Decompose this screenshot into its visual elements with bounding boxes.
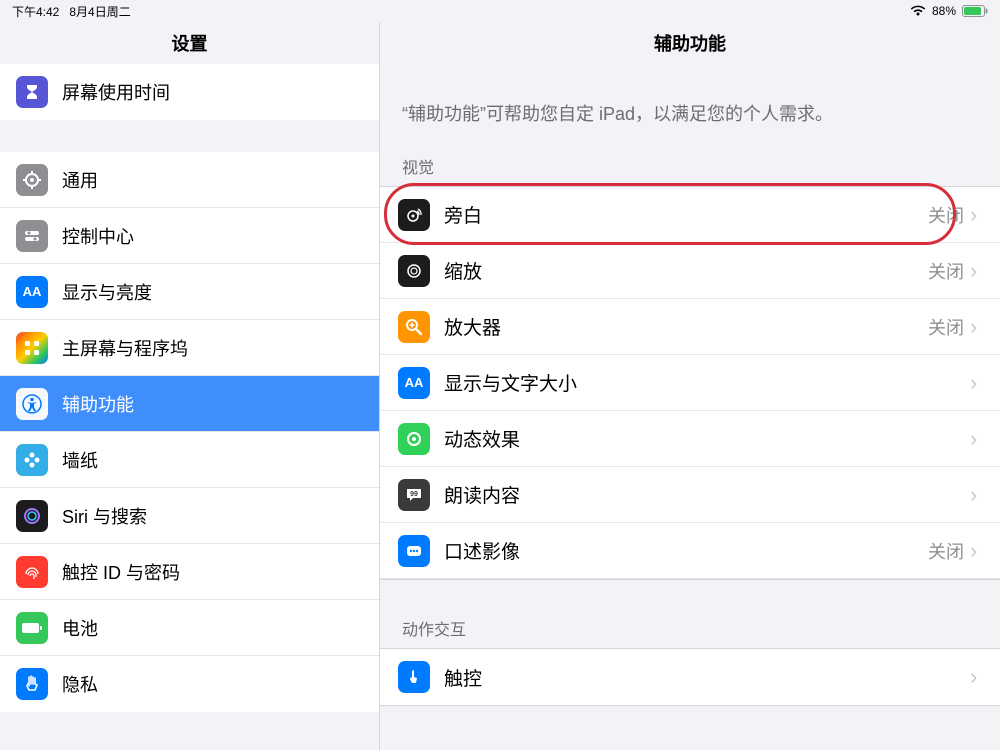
row-label: 旁白 <box>444 201 928 228</box>
row-audio-descriptions[interactable]: 口述影像 关闭 › <box>380 523 1000 579</box>
chevron-right-icon: › <box>970 482 984 508</box>
sidebar-item-battery[interactable]: 电池 <box>0 600 379 656</box>
row-label: 放大器 <box>444 313 928 340</box>
settings-sidebar: 设置 屏幕使用时间 通用 控制中心 <box>0 22 380 750</box>
sidebar-item-label: 显示与亮度 <box>62 279 363 305</box>
battery-percentage: 88% <box>932 4 956 18</box>
battery-icon <box>16 612 48 644</box>
section-list-interaction: 触控 › <box>380 648 1000 706</box>
content-intro: “辅助功能”可帮助您自定 iPad，以满足您的个人需求。 <box>380 64 1000 146</box>
chevron-right-icon: › <box>970 538 984 564</box>
section-header-interaction: 动作交互 <box>380 608 1000 648</box>
row-touch[interactable]: 触控 › <box>380 649 1000 705</box>
row-label: 缩放 <box>444 257 928 284</box>
sidebar-item-label: 控制中心 <box>62 223 363 249</box>
sidebar-item-wallpaper[interactable]: 墙纸 <box>0 432 379 488</box>
row-label: 口述影像 <box>444 537 928 564</box>
sidebar-item-accessibility[interactable]: 辅助功能 <box>0 376 379 432</box>
sidebar-item-label: 电池 <box>62 615 363 641</box>
sidebar-item-label: 主屏幕与程序坞 <box>62 335 363 361</box>
accessibility-icon <box>16 388 48 420</box>
chevron-right-icon: › <box>970 314 984 340</box>
zoom-icon <box>398 255 430 287</box>
fingerprint-icon <box>16 556 48 588</box>
sidebar-item-screen-time[interactable]: 屏幕使用时间 <box>0 64 379 120</box>
sidebar-item-siri[interactable]: Siri 与搜索 <box>0 488 379 544</box>
row-label: 朗读内容 <box>444 481 964 508</box>
hourglass-icon <box>16 76 48 108</box>
hand-icon <box>16 668 48 700</box>
chevron-right-icon: › <box>970 664 984 690</box>
sidebar-item-label: 辅助功能 <box>62 391 363 417</box>
sidebar-item-home-screen[interactable]: 主屏幕与程序坞 <box>0 320 379 376</box>
sidebar-item-label: 触控 ID 与密码 <box>62 559 363 585</box>
sidebar-item-label: 屏幕使用时间 <box>62 79 363 105</box>
row-magnifier[interactable]: 放大器 关闭 › <box>380 299 1000 355</box>
sidebar-item-control-center[interactable]: 控制中心 <box>0 208 379 264</box>
chevron-right-icon: › <box>970 370 984 396</box>
wifi-icon <box>910 5 926 17</box>
row-status: 关闭 <box>928 538 964 564</box>
battery-icon <box>962 5 988 17</box>
sidebar-title: 设置 <box>0 22 379 64</box>
description-icon <box>398 535 430 567</box>
app-grid-icon <box>16 332 48 364</box>
sidebar-item-label: 墙纸 <box>62 447 363 473</box>
gear-icon <box>16 164 48 196</box>
text-size-icon: AA <box>16 276 48 308</box>
sidebar-item-label: 通用 <box>62 167 363 193</box>
sidebar-item-label: 隐私 <box>62 671 363 697</box>
sidebar-item-touch-id[interactable]: 触控 ID 与密码 <box>0 544 379 600</box>
sidebar-item-general[interactable]: 通用 <box>0 152 379 208</box>
section-header-vision: 视觉 <box>380 146 1000 186</box>
row-status: 关闭 <box>928 202 964 228</box>
chevron-right-icon: › <box>970 258 984 284</box>
status-time: 下午4:42 <box>12 3 59 20</box>
chevron-right-icon: › <box>970 202 984 228</box>
section-list-vision: 旁白 关闭 › 缩放 关闭 › 放大器 关闭 › <box>380 186 1000 580</box>
switches-icon <box>16 220 48 252</box>
status-date: 8月4日周二 <box>69 3 130 20</box>
touch-icon <box>398 661 430 693</box>
sidebar-item-label: Siri 与搜索 <box>62 503 363 529</box>
voiceover-icon <box>398 199 430 231</box>
row-motion[interactable]: 动态效果 › <box>380 411 1000 467</box>
row-label: 显示与文字大小 <box>444 369 964 396</box>
row-label: 动态效果 <box>444 425 964 452</box>
content-title: 辅助功能 <box>380 22 1000 64</box>
content-pane: 辅助功能 “辅助功能”可帮助您自定 iPad，以满足您的个人需求。 视觉 旁白 … <box>380 22 1000 750</box>
row-label: 触控 <box>444 664 964 691</box>
svg-text:99: 99 <box>410 491 418 498</box>
sidebar-item-privacy[interactable]: 隐私 <box>0 656 379 712</box>
speech-bubble-icon: 99 <box>398 479 430 511</box>
row-status: 关闭 <box>928 314 964 340</box>
chevron-right-icon: › <box>970 426 984 452</box>
status-bar: 下午4:42 8月4日周二 88% <box>0 0 1000 22</box>
sidebar-item-display-brightness[interactable]: AA 显示与亮度 <box>0 264 379 320</box>
siri-icon <box>16 500 48 532</box>
flower-icon <box>16 444 48 476</box>
row-display-text-size[interactable]: AA 显示与文字大小 › <box>380 355 1000 411</box>
row-voiceover[interactable]: 旁白 关闭 › <box>380 187 1000 243</box>
text-size-icon: AA <box>398 367 430 399</box>
row-zoom[interactable]: 缩放 关闭 › <box>380 243 1000 299</box>
motion-icon <box>398 423 430 455</box>
row-spoken-content[interactable]: 99 朗读内容 › <box>380 467 1000 523</box>
row-status: 关闭 <box>928 258 964 284</box>
magnifier-icon <box>398 311 430 343</box>
